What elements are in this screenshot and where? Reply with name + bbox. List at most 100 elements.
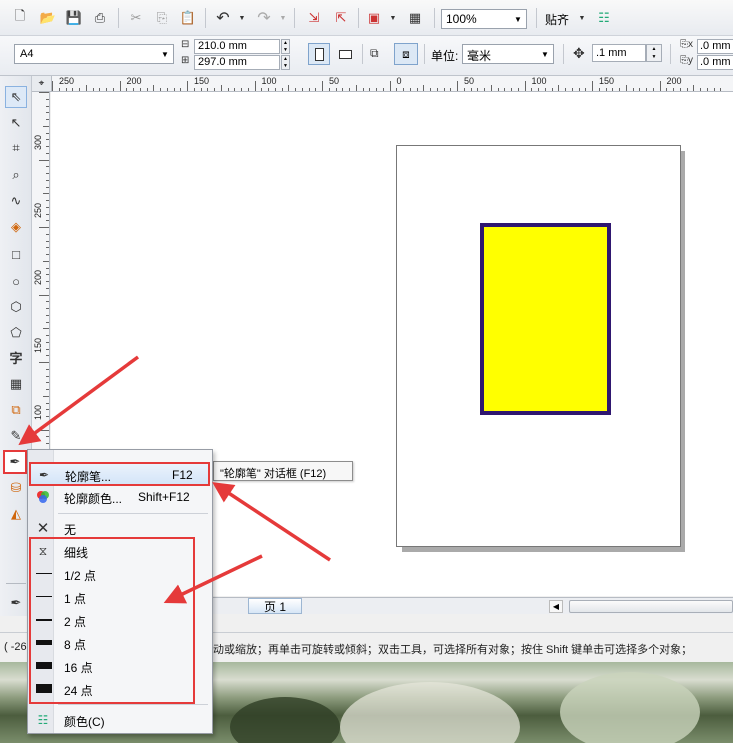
units-select[interactable]: 毫米 ▼ (462, 44, 554, 64)
export-icon[interactable]: ⇱ (331, 8, 351, 28)
ellipse-tool-icon[interactable]: ○ (5, 270, 27, 292)
zoom-level-value: 100% (446, 12, 477, 26)
menu-item-color[interactable]: ☷ 颜色(C) (30, 709, 210, 731)
ruler-tick (713, 88, 715, 91)
ruler-tick (46, 119, 49, 120)
paper-height-field[interactable]: 297.0 mm (194, 55, 280, 70)
horizontal-scrollbar[interactable]: ◀ (547, 597, 733, 614)
duplicate-y-field[interactable]: .0 mm (697, 55, 733, 70)
import-icon[interactable]: ⇲ (304, 8, 324, 28)
current-page-button[interactable]: ⧈ (394, 43, 418, 65)
table-tool-icon[interactable]: ▦ (5, 373, 27, 395)
crop-tool-icon[interactable]: ⌗ (5, 137, 27, 159)
ruler-label: 200 (126, 76, 142, 86)
background-blur (230, 697, 340, 743)
duplicate-x-field[interactable]: .0 mm (697, 39, 733, 54)
ruler-tick (335, 88, 337, 91)
interactive-tool-icon[interactable]: ⧉ (5, 399, 27, 421)
snap-to-button[interactable]: 贴齐 (545, 11, 569, 28)
ruler-tick (46, 139, 49, 141)
toolbar-divider (362, 44, 363, 64)
height-spinner[interactable]: ▲ ▼ (281, 55, 290, 70)
redo-icon[interactable]: ↷ (254, 8, 274, 28)
paste-icon[interactable]: 📋 (178, 8, 198, 28)
ruler-tick (659, 81, 661, 91)
ruler-tick (43, 328, 49, 330)
launcher-dropdown-icon[interactable]: ▼ (388, 8, 398, 28)
copy-icon[interactable]: ⎘ (152, 8, 172, 28)
ruler-tick (46, 179, 49, 181)
ruler-tick (46, 240, 49, 242)
pick-tool-icon[interactable]: ⇖ (5, 86, 27, 108)
ruler-tick (46, 254, 49, 255)
width-spinner[interactable]: ▲ ▼ (281, 39, 290, 54)
new-document-icon[interactable]: 🗋 (10, 8, 30, 28)
redo-dropdown-icon[interactable]: ▼ (278, 8, 288, 28)
outline-pen-tool-icon[interactable]: ✒ (3, 450, 27, 474)
fill-tool-icon[interactable]: ⛁ (5, 477, 27, 499)
ruler-tick (187, 81, 188, 91)
menu-item-none[interactable]: ✕ 无 (30, 517, 210, 539)
nudge-spinner[interactable]: ▲ ▼ (646, 44, 662, 62)
yellow-rectangle-shape[interactable] (480, 223, 611, 415)
toolbar-divider (434, 8, 435, 28)
welcome-screen-icon[interactable]: ▦ (405, 8, 425, 28)
shape-tool-icon[interactable]: ↖ (5, 112, 27, 134)
eyedropper-tool-icon[interactable]: ✎ (5, 425, 27, 447)
ruler-origin[interactable]: ⌖ (32, 76, 52, 92)
paper-width-field[interactable]: 210.0 mm (194, 39, 280, 54)
ruler-tick (261, 88, 263, 91)
ruler-tick (632, 88, 634, 91)
property-bar: A4 ▼ ⊟ 210.0 mm ▲ ▼ ⊞ 297.0 mm ▲ ▼ ⧉ ⧈ 单位:… (0, 36, 733, 76)
ruler-tick (46, 301, 49, 303)
ruler-tick (214, 88, 215, 91)
outline-pen-small-icon[interactable]: ✒ (5, 592, 27, 614)
ruler-tick (241, 88, 242, 91)
ruler-tick (443, 88, 445, 91)
snap-dropdown-icon[interactable]: ▼ (577, 8, 587, 28)
text-tool-icon[interactable]: 字 (5, 346, 27, 368)
undo-dropdown-icon[interactable]: ▼ (237, 8, 247, 28)
ruler-tick (612, 88, 614, 91)
freehand-tool-icon[interactable]: ∿ (5, 190, 27, 212)
options-icon[interactable]: ☷ (594, 8, 614, 28)
ruler-tick (46, 409, 49, 411)
ruler-tick (39, 429, 49, 431)
ruler-tick (220, 85, 222, 91)
paper-size-select[interactable]: A4 ▼ (14, 44, 174, 64)
all-pages-icon[interactable]: ⧉ (370, 46, 379, 61)
page-tab-1[interactable]: 页 1 (248, 598, 302, 614)
save-icon[interactable]: 💾 (64, 8, 84, 28)
landscape-button[interactable] (334, 43, 356, 65)
smart-fill-tool-icon[interactable]: ◈ (5, 216, 27, 238)
rectangle-tool-icon[interactable]: □ (5, 243, 27, 265)
ruler-tick (349, 88, 350, 91)
ruler-label: 150 (194, 76, 210, 86)
open-icon[interactable]: 📂 (38, 8, 58, 28)
toolbar-divider (294, 8, 295, 28)
ruler-tick (396, 88, 398, 91)
zoom-level-select[interactable]: 100% ▼ (441, 9, 527, 29)
undo-icon[interactable]: ↶ (213, 8, 233, 28)
ruler-label: 200 (666, 76, 682, 86)
annotation-box-line-weights (29, 537, 195, 704)
ruler-tick (619, 88, 620, 91)
application-launcher-icon[interactable]: ▣ (364, 8, 384, 28)
ruler-tick (46, 200, 49, 201)
ruler-tick (693, 85, 695, 91)
basic-shapes-tool-icon[interactable]: ⬠ (5, 322, 27, 344)
ruler-tick (328, 88, 330, 91)
scroll-thumb[interactable] (569, 600, 733, 613)
nudge-distance-field[interactable]: .1 mm (592, 44, 646, 62)
duplicate-y-icon: ⎘y (680, 55, 693, 66)
interactive-fill-tool-icon[interactable]: ◭ (5, 503, 27, 525)
polygon-tool-icon[interactable]: ⬡ (5, 296, 27, 318)
print-icon[interactable]: ⎙ (90, 8, 110, 28)
portrait-button[interactable] (308, 43, 330, 65)
ruler-tick (46, 375, 49, 377)
menu-item-outline-color[interactable]: 轮廓颜色... Shift+F12 (30, 486, 210, 508)
cut-icon[interactable]: ✂ (126, 8, 146, 28)
scroll-left-icon[interactable]: ◀ (549, 600, 563, 613)
zoom-tool-icon[interactable]: ⌕ (5, 164, 27, 186)
horizontal-ruler[interactable]: 250 200 150 100 50 0 50 100 150 200 (52, 76, 733, 92)
